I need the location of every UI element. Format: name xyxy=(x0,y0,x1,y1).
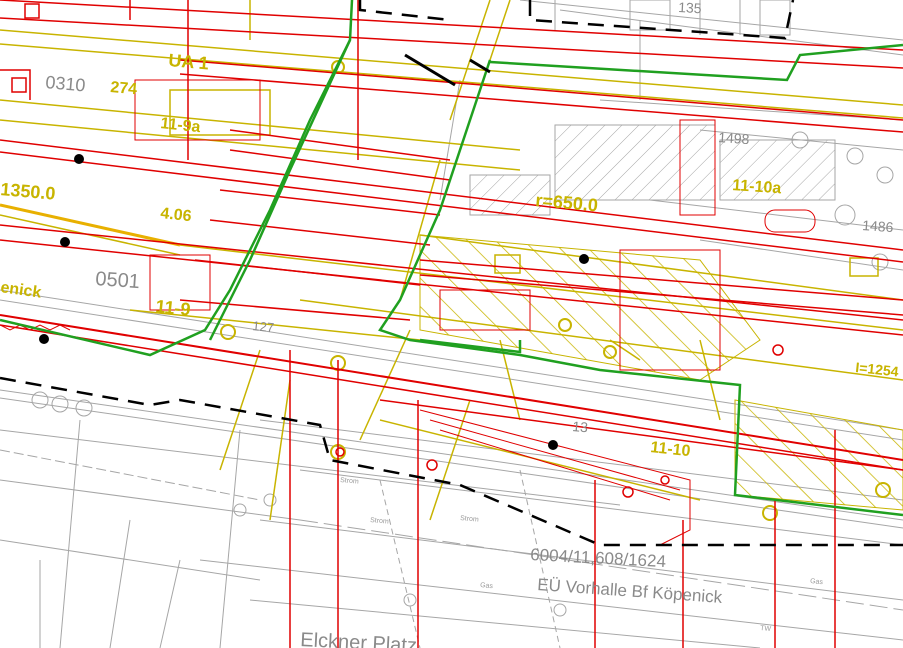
label-i-1254: I=1254 xyxy=(855,359,900,379)
label-0501: 0501 xyxy=(95,268,141,293)
label-1498: 1498 xyxy=(718,129,750,147)
label-1486: 1486 xyxy=(862,217,894,235)
label-11-9: 11-9 xyxy=(155,296,192,320)
label-strom-3: Strom xyxy=(340,477,359,486)
label-parcel-ref: 6004/11,608/1624 xyxy=(530,545,667,571)
grey-hatched-buildings xyxy=(470,125,835,215)
label-gas-2: Gas xyxy=(810,578,824,586)
label-11-9a: 11-9a xyxy=(160,115,202,136)
label-strom-2: Strom xyxy=(460,515,479,524)
label-enick: enick xyxy=(0,279,42,302)
label-11-10: 11-10 xyxy=(650,439,692,460)
label-13: 13 xyxy=(572,418,589,435)
label-406: 4.06 xyxy=(160,205,193,225)
label-274: 274 xyxy=(110,79,138,98)
label-1350: 1350.0 xyxy=(0,179,56,204)
label-11-10a: 11-10a xyxy=(732,177,782,197)
map-viewport[interactable]: UA 1 0310 274 11-9a 1350.0 4.06 enick 05… xyxy=(0,0,903,648)
cad-plan-map[interactable]: UA 1 0310 274 11-9a 1350.0 4.06 enick 05… xyxy=(0,0,903,648)
label-bridge-name: EÜ Vorhalle Bf Köpenick xyxy=(537,575,724,607)
label-135: 135 xyxy=(678,0,702,16)
label-place-name: Elckner Platz xyxy=(300,629,418,648)
label-0310: 0310 xyxy=(45,72,87,95)
label-tw-1: TW xyxy=(760,625,772,633)
label-127: 127 xyxy=(252,318,275,335)
label-gas-1: Gas xyxy=(480,582,494,590)
label-ua1: UA 1 xyxy=(168,50,210,73)
label-strom-1: Strom xyxy=(370,517,389,526)
